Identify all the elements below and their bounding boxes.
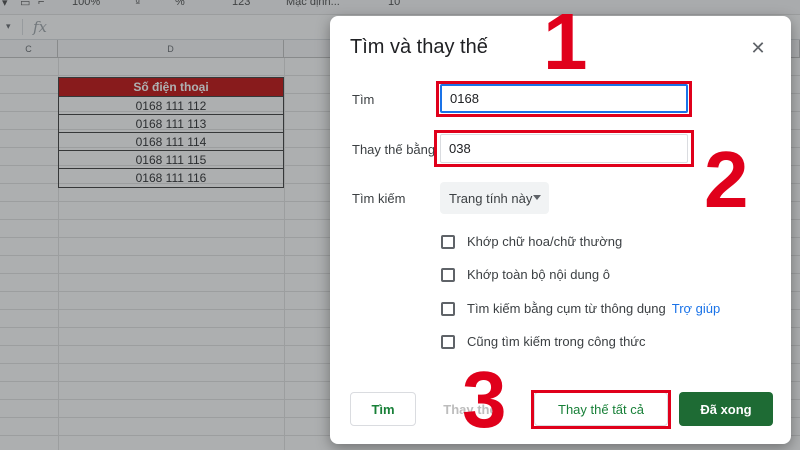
find-button[interactable]: Tìm — [350, 392, 416, 426]
replace-input[interactable] — [440, 134, 688, 163]
search-formulas-checkbox[interactable] — [441, 334, 455, 349]
match-entire-cell-checkbox[interactable] — [441, 267, 455, 282]
option-label: Khớp toàn bộ nội dung ô — [467, 267, 610, 282]
search-scope-value: Trang tính này — [449, 190, 533, 206]
step-number-3: 3 — [462, 355, 507, 444]
option-regex[interactable]: Tìm kiếm bằng cụm từ thông dụng Trợ giúp — [441, 301, 720, 316]
dialog-title: Tìm và thay thế — [350, 36, 488, 58]
replace-label: Thay thế bằng — [352, 142, 436, 157]
option-match-case[interactable]: Khớp chữ hoa/chữ thường — [441, 234, 622, 249]
find-input[interactable] — [440, 84, 688, 113]
option-search-formulas[interactable]: Cũng tìm kiếm trong công thức — [441, 334, 646, 349]
match-case-checkbox[interactable] — [441, 234, 455, 249]
regex-checkbox[interactable] — [441, 301, 455, 316]
help-link[interactable]: Trợ giúp — [672, 301, 721, 316]
option-label: Khớp chữ hoa/chữ thường — [467, 234, 623, 249]
dropdown-caret-icon — [533, 195, 541, 200]
done-button[interactable]: Đã xong — [679, 392, 773, 426]
step-number-2: 2 — [704, 135, 749, 224]
close-icon[interactable]: ✕ — [748, 38, 768, 58]
find-label: Tìm — [352, 92, 375, 107]
option-match-entire-cell[interactable]: Khớp toàn bộ nội dung ô — [441, 267, 610, 282]
search-scope-label: Tìm kiếm — [352, 191, 406, 206]
step-number-1: 1 — [543, 0, 588, 86]
option-label: Cũng tìm kiếm trong công thức — [467, 334, 646, 349]
search-scope-select[interactable]: Trang tính này — [440, 182, 549, 214]
replace-all-button[interactable]: Thay thế tất cả — [534, 392, 668, 426]
option-label: Tìm kiếm bằng cụm từ thông dụng — [467, 301, 666, 316]
